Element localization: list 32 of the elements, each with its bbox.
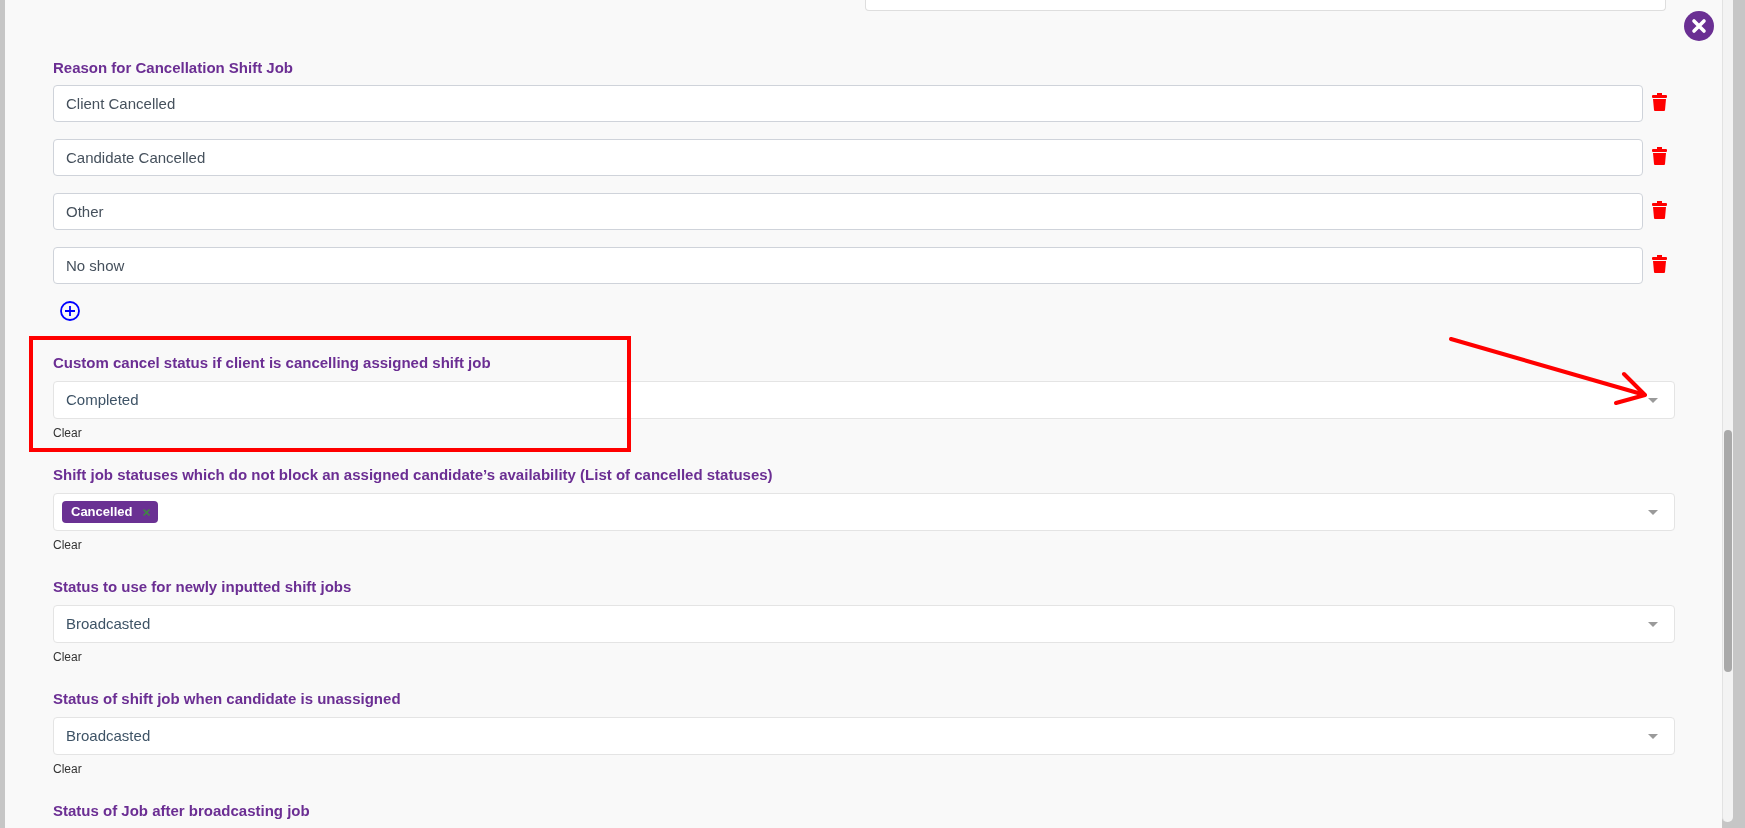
text-field[interactable]: [865, 0, 1666, 11]
trash-icon[interactable]: [1652, 147, 1667, 165]
trash-icon[interactable]: [1652, 255, 1667, 273]
text-input[interactable]: Candidate Cancelled: [53, 139, 1643, 176]
status-select[interactable]: Broadcasted: [53, 717, 1675, 755]
text-input[interactable]: Client Cancelled: [53, 85, 1643, 122]
field-label: Shift job statuses which do not block an assigned candidate’s availability (List of cancelled statuses): [53, 465, 773, 485]
status-select[interactable]: Completed: [53, 381, 1675, 419]
plus-circle-icon[interactable]: [60, 301, 80, 321]
field-label: Status of Job after broadcasting job: [53, 801, 310, 821]
field-label: Custom cancel status if client is cancelling assigned shift job: [53, 353, 491, 373]
trash-icon[interactable]: [1652, 201, 1667, 219]
field-label: Reason for Cancellation Shift Job: [53, 58, 294, 78]
status-select[interactable]: Broadcasted: [53, 605, 1675, 643]
scroll-thumb[interactable]: [1724, 430, 1732, 672]
status-multiselect[interactable]: Cancelled: [53, 493, 1675, 531]
caret-icon[interactable]: [1648, 733, 1658, 739]
text-input[interactable]: Other: [53, 193, 1643, 230]
field-label: Status to use for newly inputted shift jobs: [53, 577, 352, 597]
selected-tag[interactable]: Cancelled: [62, 501, 159, 523]
caret-icon[interactable]: [1648, 621, 1658, 627]
text-input[interactable]: No show: [53, 247, 1643, 284]
caret-icon[interactable]: [1648, 397, 1658, 403]
caret-icon[interactable]: [1648, 509, 1658, 515]
clear-link[interactable]: Clear: [53, 425, 82, 441]
clear-link[interactable]: Clear: [53, 761, 82, 777]
clear-link[interactable]: Clear: [53, 537, 82, 553]
remove-icon[interactable]: [143, 508, 151, 516]
clear-link[interactable]: Clear: [53, 649, 82, 665]
close-icon[interactable]: [1684, 11, 1714, 41]
field-label: Status of shift job when candidate is unassigned: [53, 689, 401, 709]
trash-icon[interactable]: [1652, 93, 1667, 111]
